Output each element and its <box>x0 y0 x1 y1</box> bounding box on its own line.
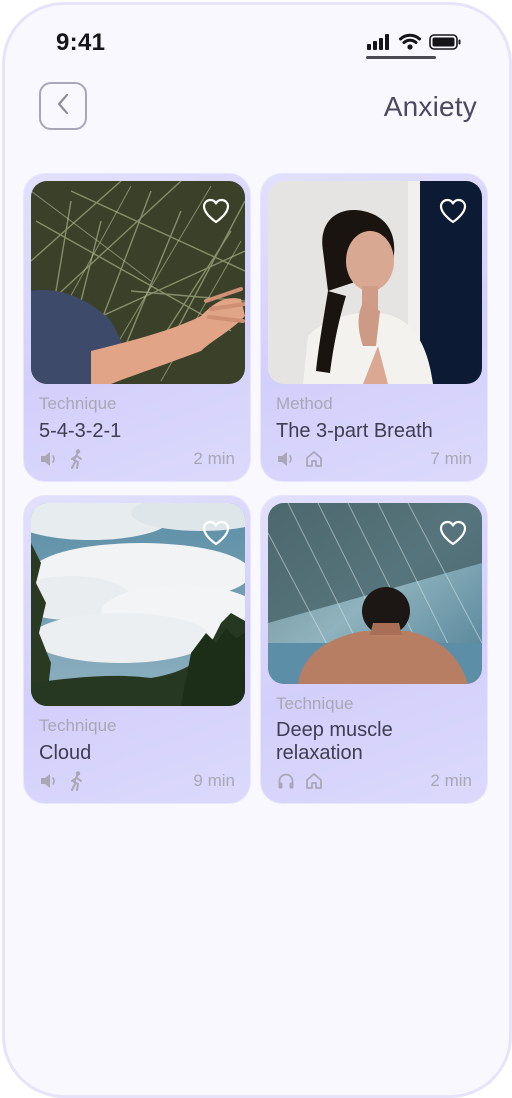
page-title: Anxiety <box>383 91 477 122</box>
wifi-icon <box>399 33 421 55</box>
favorite-heart-icon[interactable] <box>438 197 468 225</box>
card-duration: 2 min <box>193 449 235 468</box>
card-duration: 2 min <box>430 771 472 790</box>
exercise-card[interactable]: Technique Cloud 9 min <box>23 495 251 804</box>
speaker-icon <box>39 771 59 791</box>
card-meta: 9 min <box>39 770 235 792</box>
card-title: Cloud <box>39 742 92 764</box>
walking-icon <box>67 771 87 791</box>
exercise-card[interactable]: Technique Deep muscle relaxation 2 min <box>260 495 488 804</box>
card-image-man <box>268 503 482 684</box>
speaker-icon <box>276 449 296 469</box>
card-meta: 2 min <box>276 770 472 792</box>
card-duration: 7 min <box>430 449 472 468</box>
favorite-heart-icon[interactable] <box>201 197 231 225</box>
favorite-heart-icon[interactable] <box>201 519 231 547</box>
card-title: The 3-part Breath <box>276 420 433 442</box>
walking-icon <box>67 449 87 469</box>
phone-frame: 9:41 Anxiety Technique 5-4-3-2-1 2 min M… <box>2 2 512 1098</box>
speaker-icon <box>39 449 59 469</box>
back-button[interactable] <box>39 82 87 130</box>
home-icon <box>304 449 324 469</box>
card-meta: 7 min <box>276 448 472 470</box>
signal-icon <box>367 33 391 55</box>
battery-icon <box>429 33 461 55</box>
status-bar: 9:41 <box>5 5 509 65</box>
card-duration: 9 min <box>193 771 235 790</box>
dynamic-island-indicator <box>366 56 436 59</box>
status-time: 9:41 <box>56 29 106 56</box>
card-title-line: Deep muscle <box>276 719 393 741</box>
exercise-card[interactable]: Method The 3-part Breath 7 min <box>260 173 488 482</box>
card-meta: 2 min <box>39 448 235 470</box>
favorite-heart-icon[interactable] <box>438 519 468 547</box>
card-category: Technique <box>39 716 117 735</box>
exercise-card[interactable]: Technique 5-4-3-2-1 2 min <box>23 173 251 482</box>
card-category: Technique <box>276 694 354 713</box>
chevron-left-icon <box>56 93 70 120</box>
card-category: Technique <box>39 394 117 413</box>
home-icon <box>304 771 324 791</box>
card-image-clouds <box>31 503 245 706</box>
status-icons <box>367 33 461 55</box>
card-image-woman <box>268 181 482 384</box>
card-title: Deep muscle relaxation <box>276 719 393 765</box>
headphones-icon <box>276 771 296 791</box>
card-title: 5-4-3-2-1 <box>39 420 122 442</box>
card-image-grass <box>31 181 245 384</box>
card-category: Method <box>276 394 333 413</box>
card-title-line: relaxation <box>276 742 363 764</box>
